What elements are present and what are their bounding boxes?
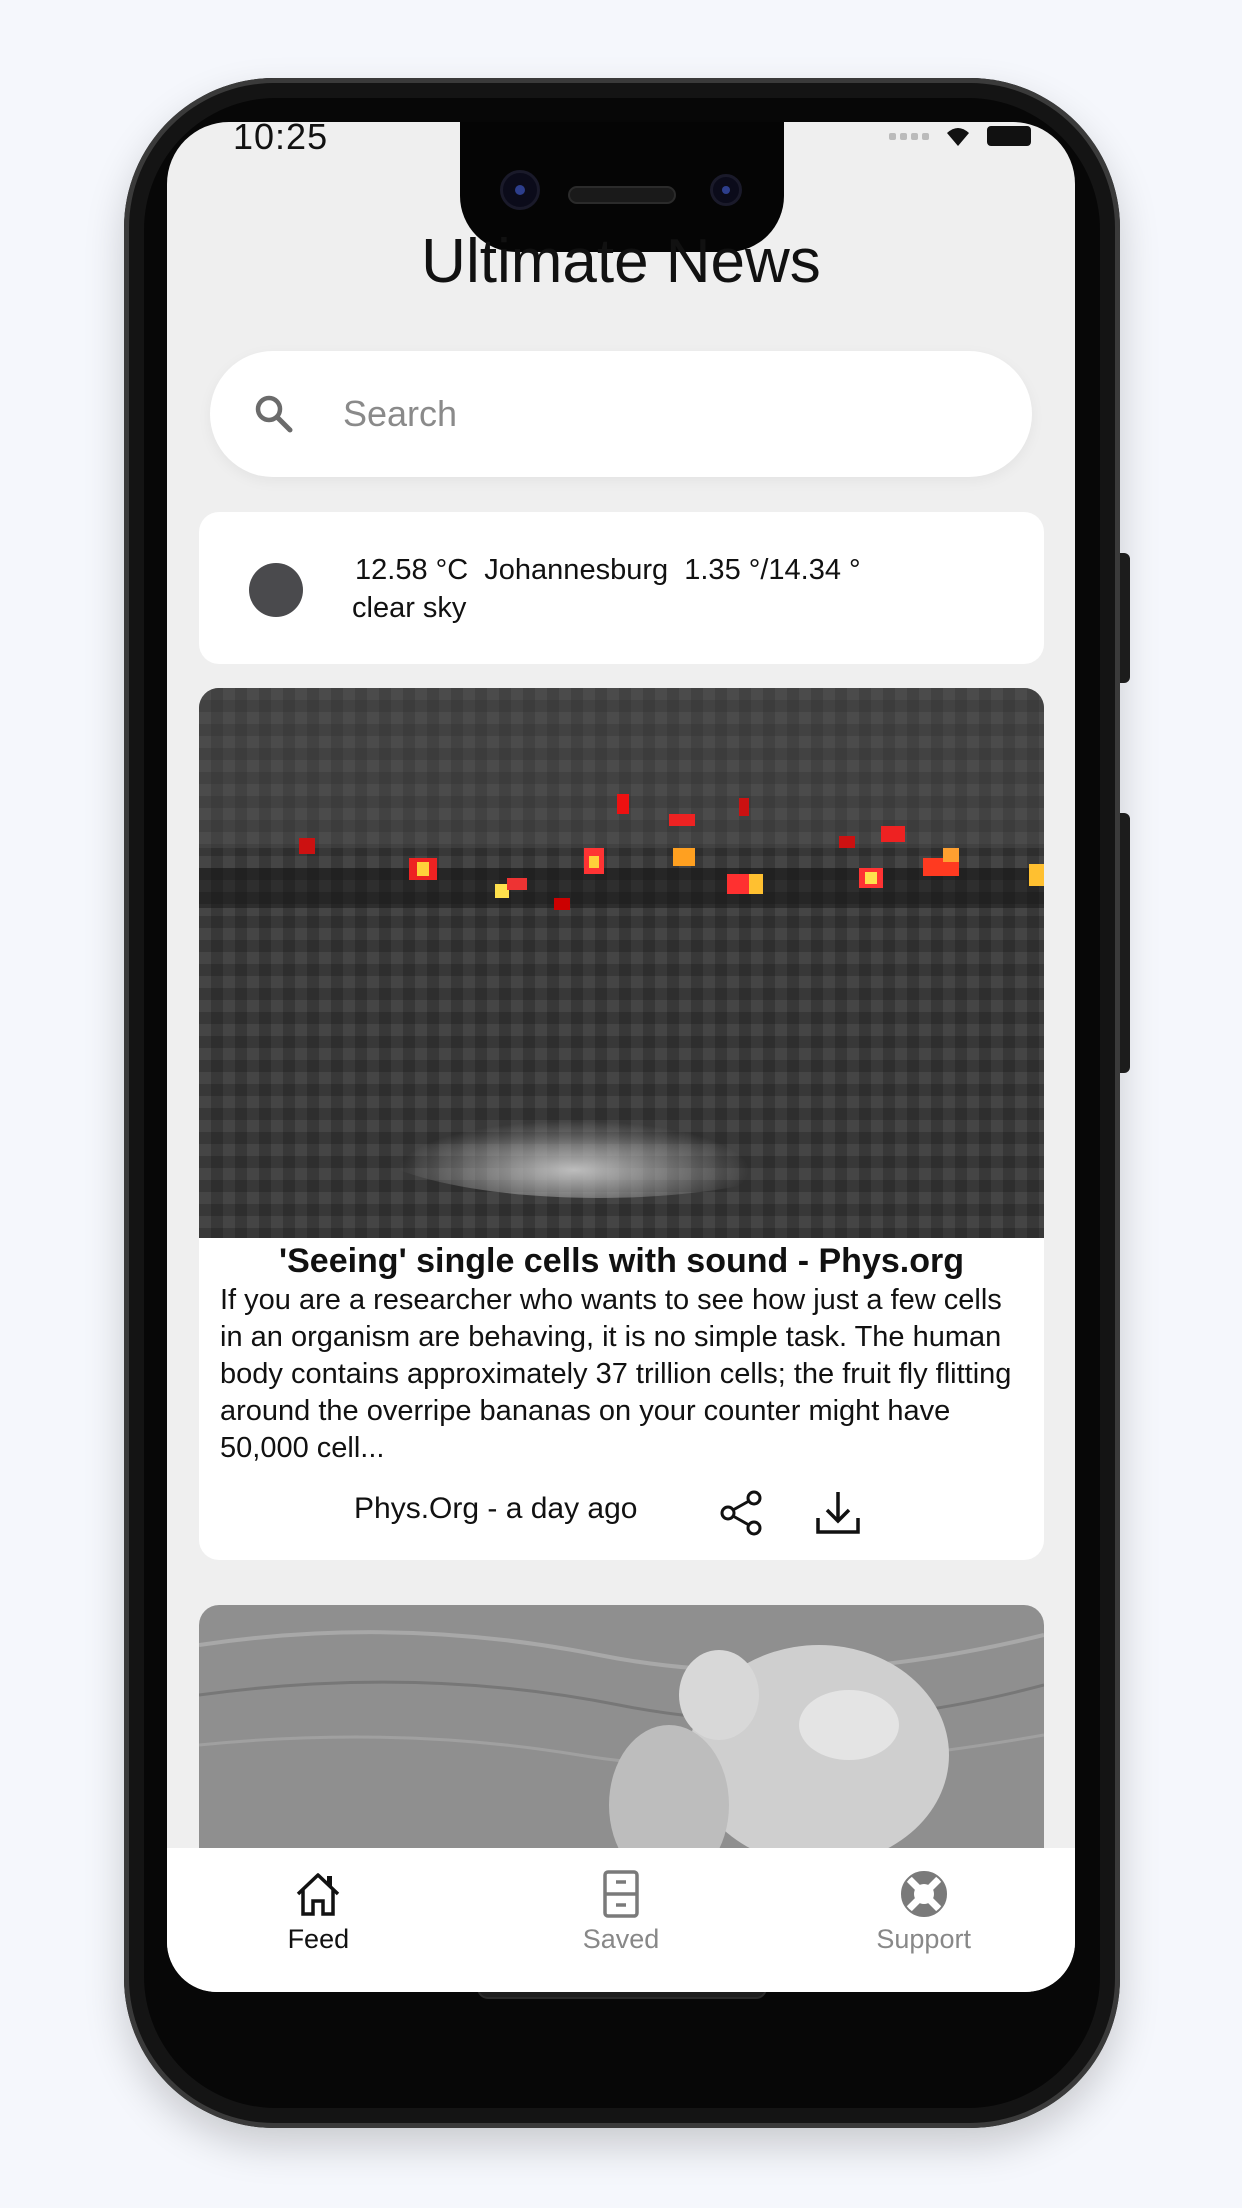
status-time: 10:25 [233,122,329,157]
article-image[interactable] [199,688,1044,1238]
tab-saved-label: Saved [582,1924,660,1954]
tab-feed[interactable]: Feed [167,1848,470,1992]
article-title[interactable]: 'Seeing' single cells with sound - Phys.… [199,1242,1044,1281]
wifi-icon [947,128,969,146]
signal-icon [889,132,929,140]
weather-temperature: 12.58 °C [355,554,469,586]
front-camera [500,170,540,210]
tab-saved[interactable]: Saved [470,1848,773,1992]
home-icon [297,1873,340,1916]
weather-description: clear sky [352,592,467,624]
weather-card: 12.58 °C Johannesburg 1.35 °/14.34 ° cle… [199,512,1044,664]
article-card[interactable]: 'Seeing' single cells with sound - Phys.… [199,688,1044,1560]
battery-icon [987,126,1031,146]
power-button [1120,813,1130,1073]
article-description: If you are a researcher who wants to see… [220,1284,1012,1464]
earpiece-speaker [568,186,676,204]
bottom-tab-bar: Feed Saved Support [167,1848,1075,1992]
weather-summary: 12.58 °C Johannesburg 1.35 °/14.34 ° [355,554,861,587]
search-input[interactable]: Search [343,393,457,435]
search-icon [255,395,293,433]
share-icon[interactable] [717,1488,767,1538]
article-meta: Phys.Org - a day ago [199,1488,1044,1538]
download-icon[interactable] [813,1488,863,1538]
front-sensor [710,174,742,206]
app-title: Ultimate News [421,227,821,296]
app-screen: 10:25 Ultimate News Search 12.58 °C Joha… [167,122,1075,1992]
search-bar[interactable]: Search [210,351,1032,477]
tab-support[interactable]: Support [772,1848,1075,1992]
tab-feed-label: Feed [287,1924,350,1954]
article-source-time: Phys.Org - a day ago [354,1492,638,1525]
weather-icon [249,563,303,617]
archive-icon [603,1870,639,1918]
volume-button [1120,553,1130,683]
weather-min-max: 1.35 °/14.34 ° [684,554,861,586]
tab-support-label: Support [876,1924,971,1954]
lifebuoy-icon [900,1871,947,1917]
weather-city: Johannesburg [484,554,669,586]
status-icons [889,124,1031,148]
